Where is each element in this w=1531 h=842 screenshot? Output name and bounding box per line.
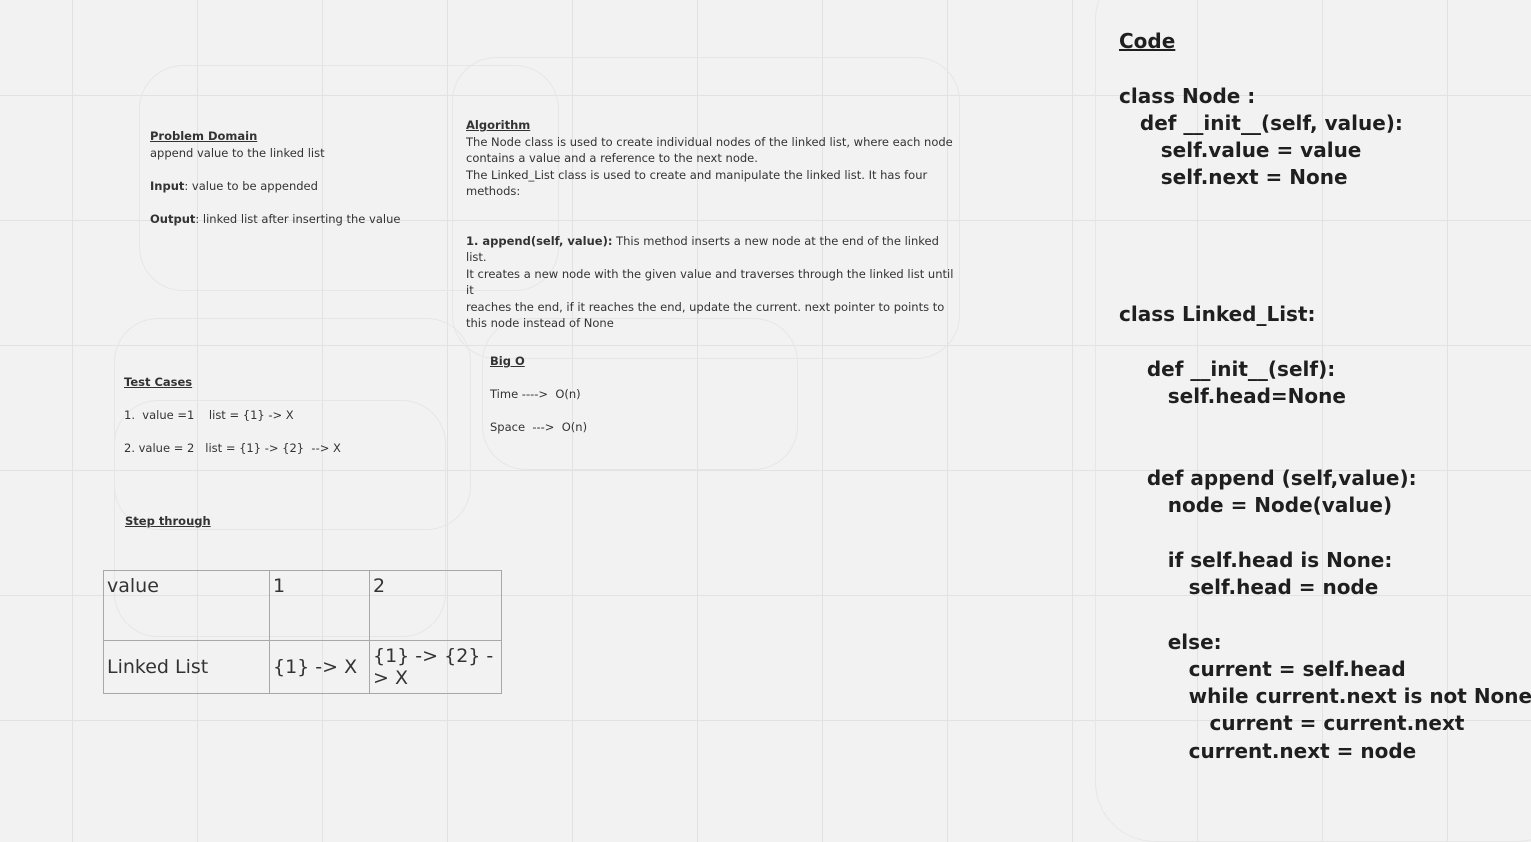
table-row: value 1 2 <box>103 570 502 641</box>
code-line: self.head=None <box>1119 383 1346 408</box>
algorithm-line: methods: <box>466 184 521 198</box>
test-case-item: 2. value = 2 list = {1} -> {2} --> X <box>124 441 341 455</box>
table-cell: Linked List <box>103 640 270 694</box>
code-line: current = self.head <box>1119 656 1406 681</box>
test-cases-block: Test Cases 1. value =1 list = {1} -> X 2… <box>124 374 464 457</box>
append-method-line: It creates a new node with the given val… <box>466 266 954 298</box>
big-o-space: Space ---> O(n) <box>490 420 588 434</box>
code-line: self.head = node <box>1119 574 1379 599</box>
big-o-title: Big O <box>490 354 525 368</box>
algorithm-line: The Linked_List class is used to create … <box>466 167 928 182</box>
algorithm-line: contains a value and a reference to the … <box>466 151 758 165</box>
code-line: else: <box>1119 629 1222 654</box>
step-through-block: Step through <box>125 513 211 530</box>
code-line: current = current.next <box>1119 711 1465 736</box>
append-method-label: 1. append(self, value): <box>466 233 613 248</box>
code-line: def __init__(self, value): <box>1119 110 1403 135</box>
output-label: Output <box>150 211 196 226</box>
table-cell: 2 <box>369 570 502 641</box>
big-o-time: Time ----> O(n) <box>490 387 581 401</box>
table-row: Linked List {1} -> X {1} -> {2} -> X <box>103 640 502 694</box>
algorithm-block: Algorithm The Node class is used to crea… <box>466 117 956 332</box>
table-cell: {1} -> {2} -> X <box>369 640 502 694</box>
table-cell: {1} -> X <box>269 640 370 694</box>
code-line: class Linked_List: <box>1119 301 1316 326</box>
algorithm-title: Algorithm <box>466 118 531 132</box>
append-method-line: reaches the end, if it reaches the end, … <box>466 299 945 314</box>
code-line: self.next = None <box>1119 165 1348 190</box>
big-o-block: Big O Time ----> O(n) Space ---> O(n) <box>490 353 790 436</box>
algorithm-line: The Node class is used to create individ… <box>466 134 953 149</box>
input-text: : value to be appended <box>184 178 318 193</box>
table-cell: value <box>103 570 270 641</box>
output-text: : linked list after inserting the value <box>195 211 401 226</box>
input-label: Input <box>150 178 185 193</box>
code-line: if self.head is None: <box>1119 547 1393 572</box>
code-line: class Node : <box>1119 83 1256 108</box>
code-title: Code <box>1119 29 1176 53</box>
code-line: node = Node(value) <box>1119 493 1393 518</box>
step-through-table: value 1 2 Linked List {1} -> X {1} -> {2… <box>103 570 502 694</box>
test-case-item: 1. value =1 list = {1} -> X <box>124 408 294 422</box>
code-line: def __init__(self): <box>1119 356 1336 381</box>
append-method-line: this node instead of None <box>466 316 614 330</box>
table-cell: 1 <box>269 570 370 641</box>
code-line: while current.next is not None: <box>1119 684 1531 709</box>
code-line: self.value = value <box>1119 138 1362 163</box>
test-cases-title: Test Cases <box>124 375 193 389</box>
code-line: def append (self,value): <box>1119 465 1417 490</box>
code-line: current.next = node <box>1119 738 1417 763</box>
append-method-desc: 1. append(self, value): This method inse… <box>466 233 956 266</box>
step-through-title: Step through <box>125 514 211 528</box>
code-block: Code class Node : def __init__(self, val… <box>1119 28 1531 765</box>
